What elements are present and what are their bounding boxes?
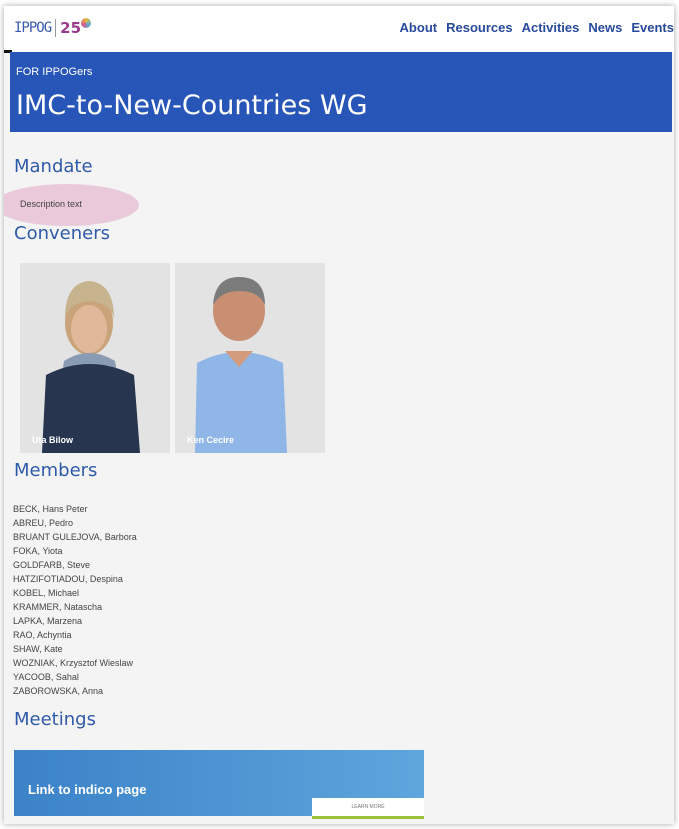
convener-card[interactable]: Uta Bilow <box>20 263 170 453</box>
member-item: LAPKA, Marzena <box>13 616 83 626</box>
page-title: IMC-to-New-Countries WG <box>16 90 368 121</box>
hero-kicker: FOR IPPOGers <box>16 66 93 78</box>
anniversary-badge: 25 <box>60 19 82 37</box>
meetings-heading: Meetings <box>14 709 96 730</box>
indico-banner[interactable]: Link to indico page LEARN MORE <box>14 750 424 819</box>
member-item: WOZNIAK, Krzysztof Wieslaw <box>13 658 134 668</box>
convener-name: Ken Cecire <box>187 435 235 445</box>
page-hero: FOR IPPOGers IMC-to-New-Countries WG <box>10 52 672 132</box>
member-item: SHAW, Kate <box>13 644 63 654</box>
member-item: ZABOROWSKA, Anna <box>13 686 104 696</box>
logo-text: IPPOG <box>14 20 52 36</box>
members-list: BECK, Hans Peter ABREU, Pedro BRUANT GUL… <box>13 502 137 698</box>
nav-events[interactable]: Events <box>631 20 674 35</box>
members-heading: Members <box>14 460 98 481</box>
member-item: KRAMMER, Natascha <box>13 602 103 612</box>
convener-card[interactable]: Ken Cecire <box>175 263 325 453</box>
main-nav: About Resources Activities News Events <box>400 20 674 35</box>
member-item: BRUANT GULEJOVA, Barbora <box>13 532 137 542</box>
nav-resources[interactable]: Resources <box>446 20 512 35</box>
person-photo <box>20 263 170 453</box>
member-item: ABREU, Pedro <box>13 518 74 528</box>
person-photo <box>175 263 325 453</box>
nav-activities[interactable]: Activities <box>522 20 580 35</box>
top-navigation-bar: IPPOG 25 About Resources Activities News… <box>4 6 674 52</box>
member-item: GOLDFARB, Steve <box>13 560 91 570</box>
spark-icon <box>81 18 92 28</box>
mandate-description: Description text <box>20 199 83 209</box>
indico-link-label: Link to indico page <box>28 782 147 797</box>
member-item: RAO, Achyntia <box>13 630 72 640</box>
nav-about[interactable]: About <box>400 20 438 35</box>
site-logo[interactable]: IPPOG 25 <box>14 16 92 40</box>
member-item: BECK, Hans Peter <box>13 504 88 514</box>
conveners-heading: Conveners <box>14 223 110 244</box>
nav-news[interactable]: News <box>588 20 622 35</box>
logo-divider <box>55 19 57 37</box>
convener-name: Uta Bilow <box>32 435 74 445</box>
member-item: FOKA, Yiota <box>13 546 63 556</box>
member-item: YACOOB, Sahal <box>13 672 79 682</box>
learn-more-button[interactable]: LEARN MORE <box>312 798 424 819</box>
member-item: HATZIFOTIADOU, Despina <box>13 574 123 584</box>
mandate-heading: Mandate <box>14 156 93 177</box>
member-item: KOBEL, Michael <box>13 588 80 598</box>
page-frame: IPPOG 25 About Resources Activities News… <box>4 6 674 824</box>
